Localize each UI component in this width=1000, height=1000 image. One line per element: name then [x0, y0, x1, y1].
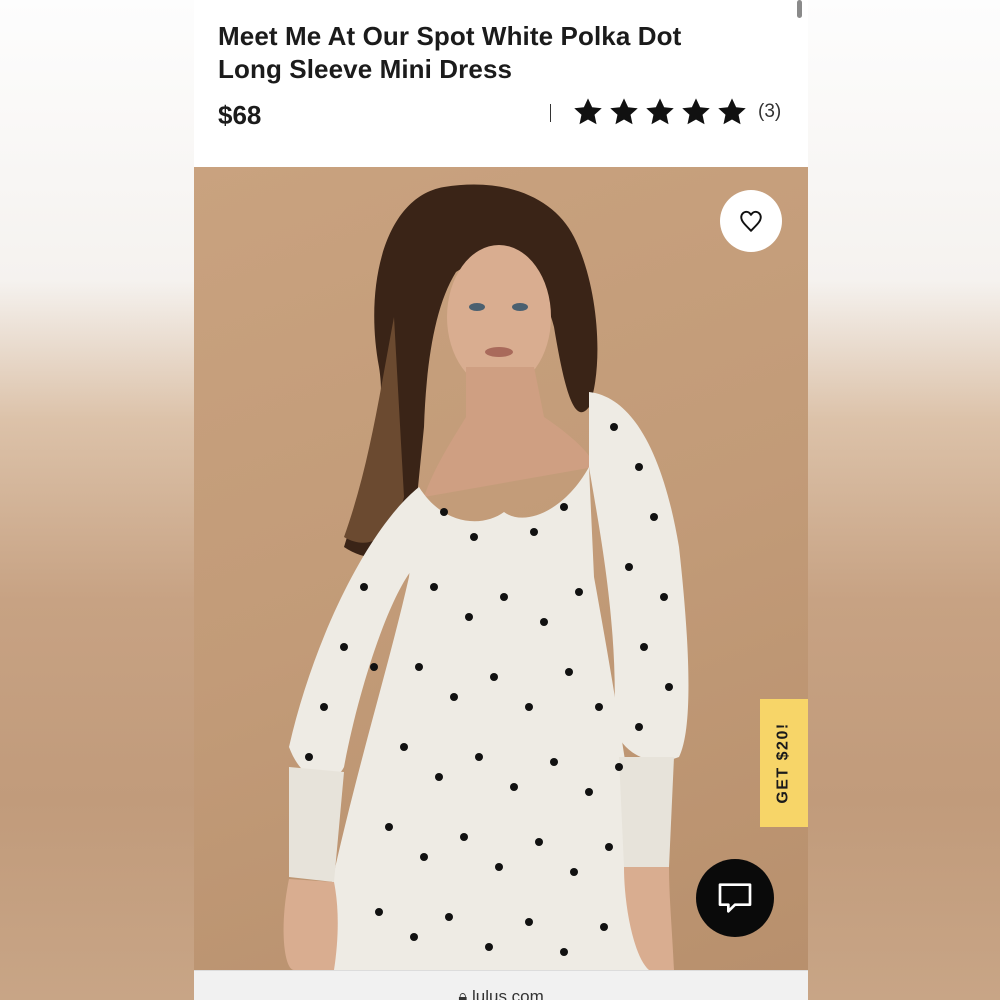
lock-icon: 🔒︎ [458, 987, 472, 1000]
promo-tab[interactable]: GET $20! [760, 699, 808, 827]
star-rating[interactable]: (3) [572, 96, 781, 128]
blurred-background-right [808, 0, 1000, 1000]
chat-bubble-icon [718, 883, 752, 913]
product-title-line-2: Long Sleeve Mini Dress [218, 54, 513, 84]
product-price: $68 [218, 100, 262, 130]
scrollbar[interactable] [797, 0, 802, 18]
browser-url-bar[interactable]: 🔒︎ lulus.com [194, 970, 808, 1000]
url-value: lulus.com [471, 987, 544, 1000]
product-title-line-1: Meet Me At Our Spot White Polka Dot [218, 21, 682, 51]
star-icon [718, 98, 746, 125]
heart-icon [740, 210, 762, 232]
star-icon [574, 98, 602, 125]
product-image[interactable]: GET $20! [194, 167, 808, 970]
product-title: Meet Me At Our Spot White Polka Dot Long… [218, 20, 778, 86]
review-count[interactable]: (3) [758, 101, 781, 123]
wishlist-button[interactable] [720, 190, 782, 252]
blurred-background-left [0, 0, 194, 1000]
url-text: 🔒︎ lulus.com [194, 987, 808, 1000]
mobile-product-page: Meet Me At Our Spot White Polka Dot Long… [194, 0, 808, 1000]
star-icon [682, 98, 710, 125]
star-icon [610, 98, 638, 125]
star-icon [646, 98, 674, 125]
promo-tab-label: GET $20! [775, 722, 793, 804]
rating-divider [550, 104, 551, 122]
model-photo [283, 184, 689, 970]
chat-button[interactable] [696, 859, 774, 937]
